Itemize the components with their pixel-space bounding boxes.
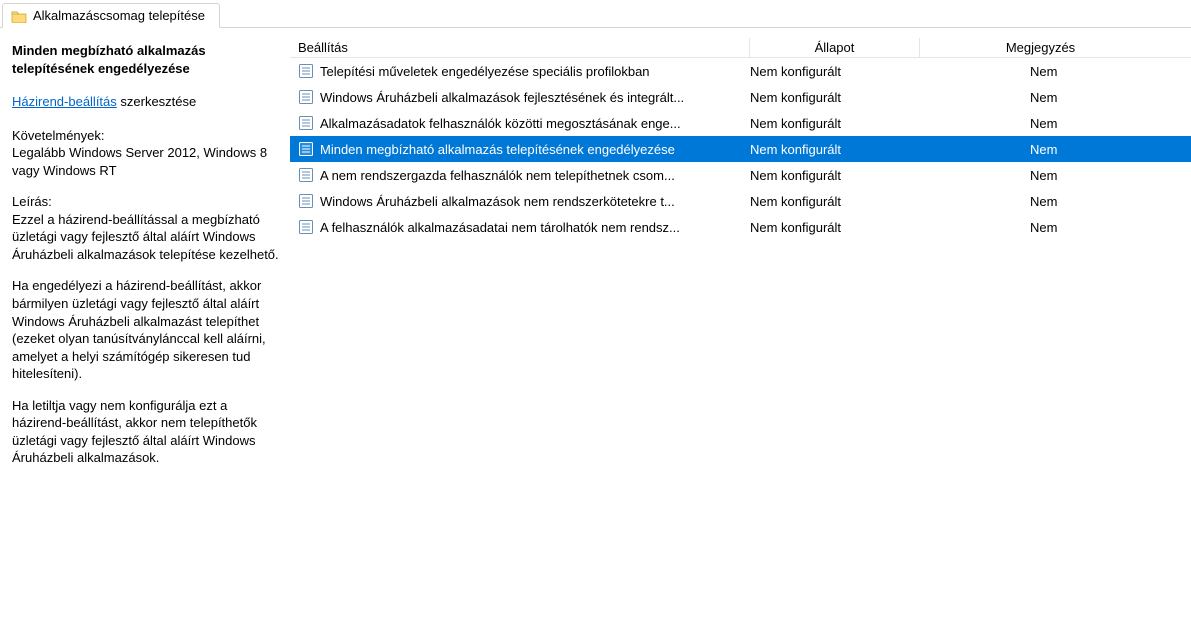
policy-icon <box>298 167 314 183</box>
list-item[interactable]: Windows Áruházbeli alkalmazások fejleszt… <box>290 84 1191 110</box>
edit-suffix: szerkesztése <box>117 94 196 109</box>
setting-name: A nem rendszergazda felhasználók nem tel… <box>320 168 750 183</box>
description-p3: Ha letiltja vagy nem konfigurálja ezt a … <box>12 397 280 467</box>
list-item[interactable]: A felhasználók alkalmazásadatai nem táro… <box>290 214 1191 240</box>
folder-icon <box>11 9 27 23</box>
setting-state: Nem konfigurált <box>750 220 920 235</box>
policy-icon <box>298 141 314 157</box>
tab-title: Alkalmazáscsomag telepítése <box>33 8 205 23</box>
setting-comment: Nem <box>920 64 1191 79</box>
column-header-comment[interactable]: Megjegyzés <box>920 38 1191 57</box>
requirements-body: Legalább Windows Server 2012, Windows 8 … <box>12 144 280 179</box>
setting-state: Nem konfigurált <box>750 194 920 209</box>
edit-line: Házirend-beállítás szerkesztése <box>12 93 280 111</box>
setting-name: Windows Áruházbeli alkalmazások fejleszt… <box>320 90 750 105</box>
setting-name: Minden megbízható alkalmazás telepítésén… <box>320 142 750 157</box>
description-heading: Leírás: <box>12 193 280 211</box>
policy-icon <box>298 193 314 209</box>
setting-state: Nem konfigurált <box>750 168 920 183</box>
policy-icon <box>298 89 314 105</box>
policy-icon <box>298 115 314 131</box>
list-item[interactable]: Telepítési műveletek engedélyezése speci… <box>290 58 1191 84</box>
setting-comment: Nem <box>920 220 1191 235</box>
requirements-heading: Követelmények: <box>12 127 280 145</box>
column-header-setting[interactable]: Beállítás <box>290 38 750 57</box>
setting-name: Telepítési műveletek engedélyezése speci… <box>320 64 750 79</box>
list-item[interactable]: Windows Áruházbeli alkalmazások nem rend… <box>290 188 1191 214</box>
tab-bar: Alkalmazáscsomag telepítése <box>0 0 1191 28</box>
edit-policy-link[interactable]: Házirend-beállítás <box>12 94 117 109</box>
settings-list: Beállítás Állapot Megjegyzés Telepítési … <box>290 28 1191 624</box>
list-item[interactable]: Minden megbízható alkalmazás telepítésén… <box>290 136 1191 162</box>
list-rows: Telepítési műveletek engedélyezése speci… <box>290 58 1191 240</box>
description-p2: Ha engedélyezi a házirend-beállítást, ak… <box>12 277 280 382</box>
column-header-state[interactable]: Állapot <box>750 38 920 57</box>
setting-comment: Nem <box>920 116 1191 131</box>
setting-name: Windows Áruházbeli alkalmazások nem rend… <box>320 194 750 209</box>
description-p1: Ezzel a házirend-beállítással a megbízha… <box>12 211 280 264</box>
policy-icon <box>298 219 314 235</box>
content-area: Minden megbízható alkalmazás telepítésén… <box>0 28 1191 624</box>
setting-state: Nem konfigurált <box>750 64 920 79</box>
setting-name: Alkalmazásadatok felhasználók közötti me… <box>320 116 750 131</box>
setting-comment: Nem <box>920 90 1191 105</box>
list-item[interactable]: Alkalmazásadatok felhasználók közötti me… <box>290 110 1191 136</box>
list-item[interactable]: A nem rendszergazda felhasználók nem tel… <box>290 162 1191 188</box>
setting-state: Nem konfigurált <box>750 142 920 157</box>
setting-state: Nem konfigurált <box>750 90 920 105</box>
policy-icon <box>298 63 314 79</box>
setting-comment: Nem <box>920 168 1191 183</box>
setting-comment: Nem <box>920 194 1191 209</box>
setting-state: Nem konfigurált <box>750 116 920 131</box>
setting-comment: Nem <box>920 142 1191 157</box>
policy-title: Minden megbízható alkalmazás telepítésén… <box>12 42 280 77</box>
active-tab[interactable]: Alkalmazáscsomag telepítése <box>2 3 220 28</box>
setting-name: A felhasználók alkalmazásadatai nem táro… <box>320 220 750 235</box>
list-header: Beállítás Állapot Megjegyzés <box>290 28 1191 58</box>
details-pane: Minden megbízható alkalmazás telepítésén… <box>0 28 290 624</box>
